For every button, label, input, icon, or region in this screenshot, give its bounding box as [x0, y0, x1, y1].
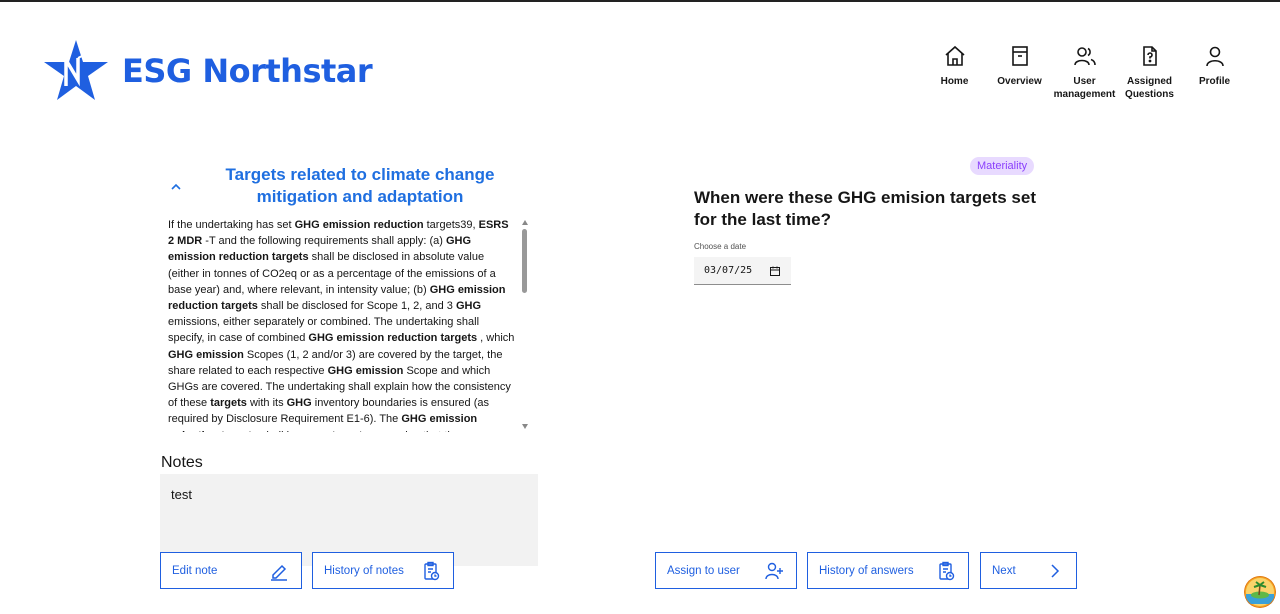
- app-title: ESG Northstar: [122, 52, 373, 90]
- edit-note-label: Edit note: [172, 564, 218, 577]
- disclosure-segment: targets39,: [423, 219, 479, 231]
- scrollbar-thumb[interactable]: [522, 229, 527, 293]
- date-value: 03/07/25: [704, 265, 753, 276]
- home-icon: [944, 45, 965, 66]
- disclosure-keyword: targets: [210, 397, 247, 410]
- nav-user-management[interactable]: User management: [1052, 44, 1117, 101]
- history-of-answers-label: History of answers: [819, 564, 914, 577]
- archive-icon: [1011, 46, 1028, 66]
- accordion-header[interactable]: Targets related to climate change mitiga…: [168, 164, 530, 208]
- assistant-avatar[interactable]: [1244, 576, 1276, 608]
- scroll-down-arrow-icon[interactable]: [522, 424, 528, 429]
- next-label: Next: [992, 564, 1016, 577]
- nav-home[interactable]: Home: [922, 44, 987, 101]
- scrollbar[interactable]: [520, 217, 530, 432]
- assign-to-user-label: Assign to user: [667, 564, 740, 577]
- disclosure-keyword: GHG: [286, 397, 312, 410]
- app-logo[interactable]: ESG Northstar: [44, 40, 373, 102]
- chevron-right-icon: [1051, 563, 1060, 578]
- materiality-tag: Materiality: [970, 157, 1035, 175]
- edit-note-button[interactable]: Edit note: [160, 552, 302, 589]
- disclosure-keyword: GHG emission: [168, 348, 244, 361]
- chevron-up-icon[interactable]: [168, 179, 184, 195]
- disclosure-keyword: GHG emission: [327, 364, 404, 377]
- disclosure-keyword: targets: [332, 430, 369, 432]
- clipboard-history-icon: [424, 561, 440, 580]
- disclosure-segment: shall be disclosed for Scope 1, 2, and 3: [257, 300, 456, 313]
- disclosure-segment: If the undertaking has set: [168, 219, 295, 231]
- scroll-up-arrow-icon[interactable]: [522, 220, 528, 225]
- date-label: Choose a date: [694, 242, 747, 251]
- user-icon: [1205, 46, 1224, 67]
- pencil-icon: [271, 564, 287, 581]
- nav-overview[interactable]: Overview: [987, 44, 1052, 101]
- disclosure-text: If the undertaking has set GHG emission …: [168, 217, 516, 432]
- next-button[interactable]: Next: [980, 552, 1077, 589]
- disclosure-segment: -T and the following requirements shall …: [202, 235, 446, 248]
- user-add-icon: [765, 562, 783, 579]
- disclosure-segment: , which: [477, 332, 515, 345]
- disclosure-keyword: GHG: [455, 300, 482, 313]
- user-group-icon: [1073, 47, 1096, 66]
- nav-assigned-questions-label: Assigned Questions: [1125, 76, 1174, 100]
- nav-home-label: Home: [940, 76, 969, 87]
- calendar-icon[interactable]: [770, 266, 780, 276]
- date-input[interactable]: 03/07/25: [694, 257, 791, 285]
- history-of-answers-button[interactable]: History of answers: [807, 552, 969, 589]
- top-nav: Home Overview User management Assigned Q…: [922, 44, 1247, 101]
- northstar-logo-icon: [44, 40, 108, 100]
- question-text: When were these GHG emision targets set …: [694, 188, 1036, 229]
- nav-assigned-questions[interactable]: Assigned Questions: [1117, 44, 1182, 101]
- clipboard-history-icon: [939, 561, 955, 580]
- disclosure-segment: shall be gross: [258, 430, 332, 432]
- nav-overview-label: Overview: [997, 76, 1042, 87]
- nav-user-management-label: User management: [1053, 76, 1116, 100]
- nav-profile[interactable]: Profile: [1182, 44, 1247, 101]
- assign-to-user-button[interactable]: Assign to user: [655, 552, 797, 589]
- document-question-icon: [1142, 46, 1157, 66]
- disclosure-keyword: GHG emission reduction: [294, 219, 424, 231]
- top-border: [0, 0, 1280, 2]
- island-avatar-icon: [1244, 576, 1276, 608]
- history-of-notes-button[interactable]: History of notes: [312, 552, 454, 589]
- history-of-notes-label: History of notes: [324, 564, 404, 577]
- disclosure-segment: with its: [246, 397, 287, 410]
- accordion-body[interactable]: If the undertaking has set GHG emission …: [168, 217, 530, 432]
- accordion-title: Targets related to climate change mitiga…: [225, 165, 495, 206]
- nav-profile-label: Profile: [1198, 76, 1231, 87]
- notes-label: Notes: [161, 454, 203, 471]
- disclosure-keyword: GHG emission reduction targets: [308, 332, 478, 345]
